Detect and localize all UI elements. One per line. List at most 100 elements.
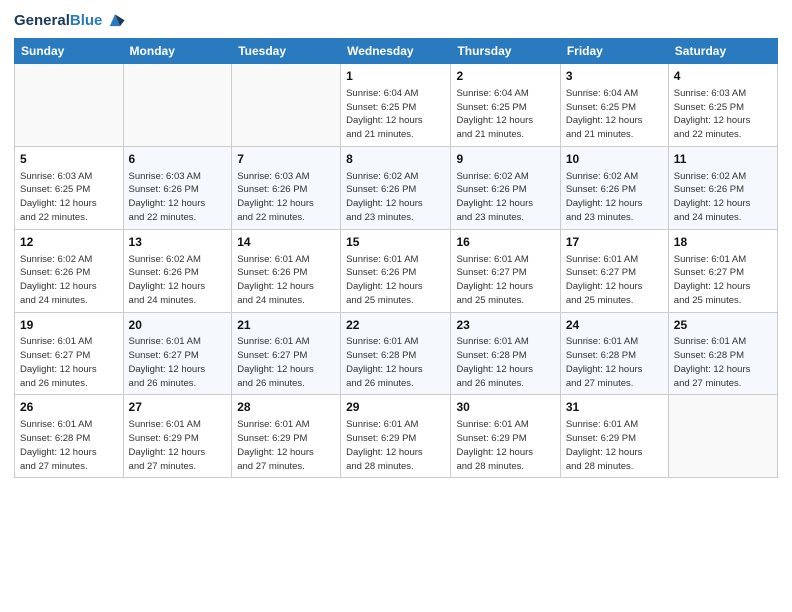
day-number: 13 [129,234,227,251]
day-info: Sunrise: 6:01 AM Sunset: 6:27 PM Dayligh… [566,253,663,308]
day-cell: 6 Sunrise: 6:03 AM Sunset: 6:26 PM Daylig… [123,146,232,229]
day-info: Sunrise: 6:01 AM Sunset: 6:29 PM Dayligh… [346,418,445,473]
day-number: 26 [20,399,118,416]
day-number: 10 [566,151,663,168]
day-info: Sunrise: 6:03 AM Sunset: 6:26 PM Dayligh… [237,170,335,225]
day-cell: 29 Sunrise: 6:01 AM Sunset: 6:29 PM Dayli… [341,395,451,478]
day-info: Sunrise: 6:01 AM Sunset: 6:29 PM Dayligh… [456,418,554,473]
day-number: 15 [346,234,445,251]
day-cell [232,64,341,147]
day-info: Sunrise: 6:01 AM Sunset: 6:27 PM Dayligh… [20,335,118,390]
day-cell: 22Sunrise: 6:01 AM Sunset: 6:28 PM Dayli… [341,312,451,395]
day-info: Sunrise: 6:01 AM Sunset: 6:27 PM Dayligh… [237,335,335,390]
day-info: Sunrise: 6:01 AM Sunset: 6:28 PM Dayligh… [674,335,772,390]
day-number: 20 [129,317,227,334]
header-row: SundayMondayTuesdayWednesdayThursdayFrid… [15,39,778,64]
day-cell: 5Sunrise: 6:03 AM Sunset: 6:25 PM Daylig… [15,146,124,229]
day-number: 6 [129,151,227,168]
day-number: 21 [237,317,335,334]
day-cell: 19Sunrise: 6:01 AM Sunset: 6:27 PM Dayli… [15,312,124,395]
day-number: 14 [237,234,335,251]
day-number: 28 [237,399,335,416]
week-row-1: 1 Sunrise: 6:04 AM Sunset: 6:25 PM Daylig… [15,64,778,147]
day-info: Sunrise: 6:03 AM Sunset: 6:25 PM Dayligh… [674,87,772,142]
page: GeneralBlue SundayMondayTuesdayWednesday… [0,0,792,612]
day-cell: 27 Sunrise: 6:01 AM Sunset: 6:29 PM Dayli… [123,395,232,478]
day-info: Sunrise: 6:01 AM Sunset: 6:29 PM Dayligh… [566,418,663,473]
day-number: 30 [456,399,554,416]
day-number: 23 [456,317,554,334]
day-cell: 13Sunrise: 6:02 AM Sunset: 6:26 PM Dayli… [123,229,232,312]
col-header-sunday: Sunday [15,39,124,64]
day-cell: 8 Sunrise: 6:02 AM Sunset: 6:26 PM Daylig… [341,146,451,229]
day-info: Sunrise: 6:01 AM Sunset: 6:29 PM Dayligh… [237,418,335,473]
week-row-5: 26 Sunrise: 6:01 AM Sunset: 6:28 PM Dayli… [15,395,778,478]
day-cell [123,64,232,147]
day-info: Sunrise: 6:02 AM Sunset: 6:26 PM Dayligh… [346,170,445,225]
day-cell: 1 Sunrise: 6:04 AM Sunset: 6:25 PM Daylig… [341,64,451,147]
day-info: Sunrise: 6:04 AM Sunset: 6:25 PM Dayligh… [566,87,663,142]
day-number: 7 [237,151,335,168]
day-info: Sunrise: 6:03 AM Sunset: 6:26 PM Dayligh… [129,170,227,225]
col-header-friday: Friday [560,39,668,64]
day-info: Sunrise: 6:01 AM Sunset: 6:28 PM Dayligh… [346,335,445,390]
week-row-2: 5Sunrise: 6:03 AM Sunset: 6:25 PM Daylig… [15,146,778,229]
day-cell: 24Sunrise: 6:01 AM Sunset: 6:28 PM Dayli… [560,312,668,395]
day-number: 27 [129,399,227,416]
logo-text: GeneralBlue [14,12,102,29]
day-info: Sunrise: 6:01 AM Sunset: 6:29 PM Dayligh… [129,418,227,473]
day-cell: 12 Sunrise: 6:02 AM Sunset: 6:26 PM Dayli… [15,229,124,312]
day-cell: 20Sunrise: 6:01 AM Sunset: 6:27 PM Dayli… [123,312,232,395]
day-info: Sunrise: 6:02 AM Sunset: 6:26 PM Dayligh… [674,170,772,225]
day-info: Sunrise: 6:02 AM Sunset: 6:26 PM Dayligh… [566,170,663,225]
day-cell: 15 Sunrise: 6:01 AM Sunset: 6:26 PM Dayli… [341,229,451,312]
day-cell: 11 Sunrise: 6:02 AM Sunset: 6:26 PM Dayli… [668,146,777,229]
calendar-table: SundayMondayTuesdayWednesdayThursdayFrid… [14,38,778,478]
day-cell: 30 Sunrise: 6:01 AM Sunset: 6:29 PM Dayli… [451,395,560,478]
day-number: 19 [20,317,118,334]
day-info: Sunrise: 6:04 AM Sunset: 6:25 PM Dayligh… [456,87,554,142]
header: GeneralBlue [14,10,778,32]
day-cell: 17Sunrise: 6:01 AM Sunset: 6:27 PM Dayli… [560,229,668,312]
day-cell: 25Sunrise: 6:01 AM Sunset: 6:28 PM Dayli… [668,312,777,395]
day-number: 1 [346,68,445,85]
day-number: 29 [346,399,445,416]
week-row-3: 12 Sunrise: 6:02 AM Sunset: 6:26 PM Dayli… [15,229,778,312]
day-number: 11 [674,151,772,168]
day-number: 5 [20,151,118,168]
day-cell: 2Sunrise: 6:04 AM Sunset: 6:25 PM Daylig… [451,64,560,147]
day-cell: 16Sunrise: 6:01 AM Sunset: 6:27 PM Dayli… [451,229,560,312]
day-number: 31 [566,399,663,416]
logo-icon [104,10,126,32]
day-info: Sunrise: 6:02 AM Sunset: 6:26 PM Dayligh… [20,253,118,308]
col-header-monday: Monday [123,39,232,64]
day-info: Sunrise: 6:01 AM Sunset: 6:28 PM Dayligh… [456,335,554,390]
day-cell: 14 Sunrise: 6:01 AM Sunset: 6:26 PM Dayli… [232,229,341,312]
day-info: Sunrise: 6:01 AM Sunset: 6:28 PM Dayligh… [20,418,118,473]
day-info: Sunrise: 6:01 AM Sunset: 6:28 PM Dayligh… [566,335,663,390]
day-cell: 18 Sunrise: 6:01 AM Sunset: 6:27 PM Dayli… [668,229,777,312]
day-cell: 26 Sunrise: 6:01 AM Sunset: 6:28 PM Dayli… [15,395,124,478]
day-cell: 31 Sunrise: 6:01 AM Sunset: 6:29 PM Dayli… [560,395,668,478]
day-cell: 7 Sunrise: 6:03 AM Sunset: 6:26 PM Daylig… [232,146,341,229]
day-info: Sunrise: 6:01 AM Sunset: 6:26 PM Dayligh… [237,253,335,308]
day-info: Sunrise: 6:01 AM Sunset: 6:26 PM Dayligh… [346,253,445,308]
col-header-tuesday: Tuesday [232,39,341,64]
day-number: 12 [20,234,118,251]
day-number: 3 [566,68,663,85]
day-number: 4 [674,68,772,85]
day-cell: 9Sunrise: 6:02 AM Sunset: 6:26 PM Daylig… [451,146,560,229]
week-row-4: 19Sunrise: 6:01 AM Sunset: 6:27 PM Dayli… [15,312,778,395]
day-cell [15,64,124,147]
day-cell: 10 Sunrise: 6:02 AM Sunset: 6:26 PM Dayli… [560,146,668,229]
day-number: 18 [674,234,772,251]
col-header-wednesday: Wednesday [341,39,451,64]
day-info: Sunrise: 6:04 AM Sunset: 6:25 PM Dayligh… [346,87,445,142]
day-cell: 3 Sunrise: 6:04 AM Sunset: 6:25 PM Daylig… [560,64,668,147]
day-info: Sunrise: 6:01 AM Sunset: 6:27 PM Dayligh… [674,253,772,308]
day-cell: 28 Sunrise: 6:01 AM Sunset: 6:29 PM Dayli… [232,395,341,478]
col-header-saturday: Saturday [668,39,777,64]
day-number: 9 [456,151,554,168]
day-number: 8 [346,151,445,168]
day-cell: 4 Sunrise: 6:03 AM Sunset: 6:25 PM Daylig… [668,64,777,147]
